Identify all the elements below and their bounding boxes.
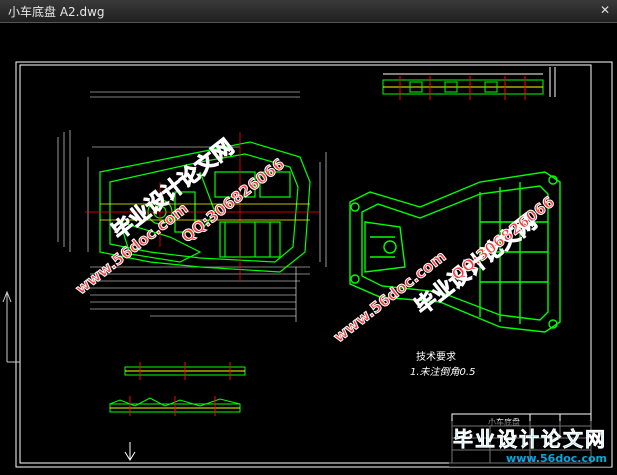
title-bar: 小车底盘 A2.dwg ✕ bbox=[0, 0, 617, 23]
bottom-section-view-2 bbox=[109, 396, 241, 416]
ucs-icon bbox=[2, 290, 20, 363]
cad-drawing-canvas[interactable]: 技术要求 1.未注倒角0.5 小车底盘 毕业设计论文网 www.56doc.co… bbox=[0, 22, 617, 471]
left-mark-arrows bbox=[124, 442, 136, 461]
brand-name: 毕业设计论文网 bbox=[453, 427, 607, 452]
brand-url: www.56doc.com bbox=[506, 452, 607, 465]
bottom-section-view-1 bbox=[124, 362, 246, 380]
main-plan-view bbox=[57, 91, 327, 322]
drawing-svg bbox=[2, 61, 613, 468]
dimension-lines bbox=[57, 91, 327, 322]
window-title: 小车底盘 A2.dwg bbox=[8, 5, 105, 19]
brand-watermark: 毕业设计论文网 www.56doc.com bbox=[449, 421, 611, 467]
top-section-view bbox=[382, 67, 556, 100]
close-icon[interactable]: ✕ bbox=[597, 2, 613, 18]
tech-req-title: 技术要求 bbox=[416, 352, 456, 363]
tech-req-item: 1.未注倒角0.5 bbox=[410, 367, 476, 378]
